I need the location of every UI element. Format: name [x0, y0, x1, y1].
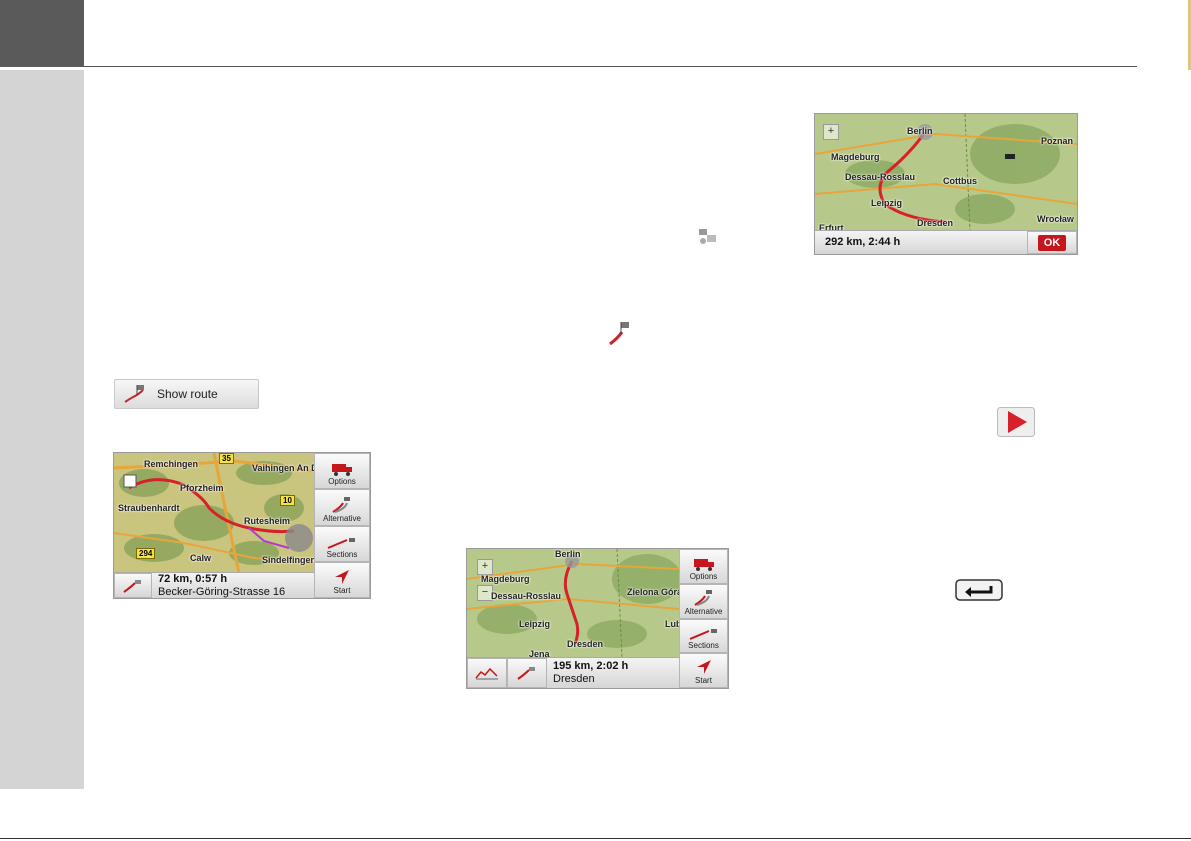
truck-icon: [693, 558, 714, 571]
map-label: Berlin: [555, 549, 581, 559]
distance-time: 292 km, 2:44 h: [825, 236, 901, 248]
navigation-arrow-icon: [696, 660, 711, 674]
start-label: Start: [333, 586, 351, 595]
elevation-profile-icon: [475, 667, 498, 680]
elevation-profile-button[interactable]: [467, 658, 507, 688]
start-navigation-icon: [997, 407, 1035, 437]
route-info-bar: 195 km, 2:02 h Dresden: [467, 657, 679, 688]
map-label: Leipzig: [519, 619, 550, 629]
map-label: Remchingen: [144, 459, 199, 469]
options-button[interactable]: Options: [314, 453, 370, 490]
road-number: 35: [219, 453, 234, 464]
nav-screen-route-overview: Remchingen Vaihingen An D Pforzheim Stra…: [113, 452, 371, 599]
distance-time: 72 km, 0:57 h: [158, 572, 228, 585]
map-label: Poznan: [1041, 136, 1074, 146]
map-label: Dresden: [567, 639, 604, 649]
show-route-button[interactable]: Show route: [114, 379, 259, 409]
destination: Becker-Göring-Strasse 16: [158, 585, 286, 598]
footer-rule: [0, 838, 1191, 839]
sections-icon: [689, 629, 717, 641]
map-label: Calw: [190, 553, 212, 563]
map-label: Wrocław: [1037, 214, 1074, 224]
route-details-icon: [123, 579, 141, 593]
options-label: Options: [689, 571, 718, 581]
map-label: Straubenhardt: [118, 503, 180, 513]
map-label: Sindelfingen: [262, 555, 316, 565]
sections-button[interactable]: Sections: [679, 618, 728, 654]
sections-label: Sections: [326, 549, 358, 559]
start-button[interactable]: Start: [679, 653, 728, 688]
route-info-bar: 292 km, 2:44 h OK: [815, 230, 1077, 254]
side-panel: Options Alternative Sections Start: [679, 549, 728, 688]
alternative-button[interactable]: Alternative: [314, 489, 370, 526]
route-details-button[interactable]: [114, 573, 152, 598]
back-icon: [955, 579, 1003, 601]
route-details-button[interactable]: [507, 658, 547, 688]
road-number: 10: [280, 495, 295, 506]
route-flag-icon: [609, 322, 629, 346]
start-button[interactable]: Start: [314, 561, 370, 598]
alternative-label: Alternative: [323, 513, 361, 523]
options-label: Options: [328, 477, 356, 487]
page-sidebar: [0, 70, 84, 789]
ok-label: OK: [1037, 234, 1067, 251]
sections-icon: [327, 537, 355, 549]
show-route-label: Show route: [157, 387, 218, 401]
map-label: Zielona Góra: [627, 587, 683, 597]
alternative-button[interactable]: Alternative: [679, 583, 728, 619]
sections-button[interactable]: Sections: [314, 525, 370, 562]
header-rule: [84, 66, 1137, 67]
sections-label: Sections: [688, 641, 719, 651]
alternative-route-icon: [332, 496, 350, 513]
side-panel: Options Alternative Sections Start: [314, 453, 370, 598]
alternative-label: Alternative: [684, 606, 723, 616]
alternative-route-icon: [693, 589, 712, 606]
map-label: Dessau-Rosslau: [845, 172, 916, 182]
map-label: Magdeburg: [831, 152, 880, 162]
zoom-in-button[interactable]: +: [477, 559, 493, 575]
map-label: Rutesheim: [244, 516, 291, 526]
route-options-icon: [699, 229, 716, 244]
corner-box: [0, 0, 84, 67]
map-label: Vaihingen An D: [252, 463, 318, 473]
zoom-in-button[interactable]: +: [823, 124, 839, 140]
map-label: Magdeburg: [481, 574, 530, 584]
destination: Dresden: [553, 673, 595, 685]
options-button[interactable]: Options: [679, 549, 728, 584]
ok-button[interactable]: OK: [1027, 231, 1077, 254]
map-label: Dessau-Rosslau: [491, 591, 562, 601]
map-label: Dresden: [917, 218, 954, 228]
map-label: Berlin: [907, 126, 933, 136]
navigation-arrow-icon: [335, 570, 349, 584]
nav-screen-route-map: + Berlin Poznan Magdeburg Dessau-Rosslau…: [814, 113, 1078, 255]
road-number: 294: [136, 548, 156, 559]
start-label: Start: [695, 676, 712, 685]
distance-time: 195 km, 2:02 h: [553, 660, 629, 672]
route-details-icon: [517, 667, 535, 680]
route-flag-icon: [124, 385, 144, 403]
map-label: Leipzig: [871, 198, 902, 208]
truck-icon: [332, 464, 352, 477]
map-label: Cottbus: [943, 176, 977, 186]
map-label: Pforzheim: [180, 483, 224, 493]
route-info-bar: 72 km, 0:57 h Becker-Göring-Strasse 16: [114, 572, 314, 598]
nav-screen-route-calc: + − Berlin Magdeburg Dessau-Rosslau Ziel…: [466, 548, 729, 689]
